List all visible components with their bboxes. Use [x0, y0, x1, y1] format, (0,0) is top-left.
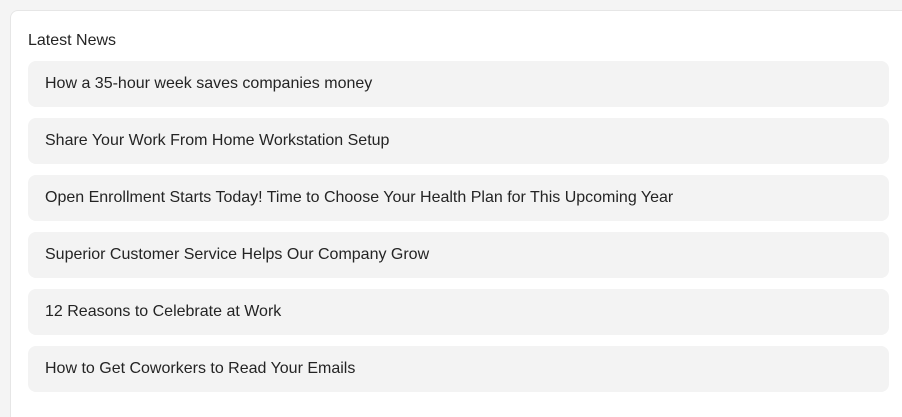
news-item[interactable]: Open Enrollment Starts Today! Time to Ch…: [28, 175, 889, 221]
news-item[interactable]: Superior Customer Service Helps Our Comp…: [28, 232, 889, 278]
latest-news-card: Latest News How a 35-hour week saves com…: [10, 10, 902, 417]
news-item-label: Share Your Work From Home Workstation Se…: [45, 132, 390, 149]
news-item[interactable]: Share Your Work From Home Workstation Se…: [28, 118, 889, 164]
news-item-label: How to Get Coworkers to Read Your Emails: [45, 360, 356, 377]
news-item-label: Superior Customer Service Helps Our Comp…: [45, 246, 430, 263]
news-item[interactable]: How a 35-hour week saves companies money: [28, 61, 889, 107]
news-item-label: Open Enrollment Starts Today! Time to Ch…: [45, 189, 674, 206]
news-item-label: How a 35-hour week saves companies money: [45, 75, 373, 92]
news-list: How a 35-hour week saves companies money…: [28, 61, 889, 392]
news-item[interactable]: How to Get Coworkers to Read Your Emails: [28, 346, 889, 392]
widget-title: Latest News: [28, 32, 117, 49]
news-item-label: 12 Reasons to Celebrate at Work: [45, 303, 282, 320]
news-item[interactable]: 12 Reasons to Celebrate at Work: [28, 289, 889, 335]
